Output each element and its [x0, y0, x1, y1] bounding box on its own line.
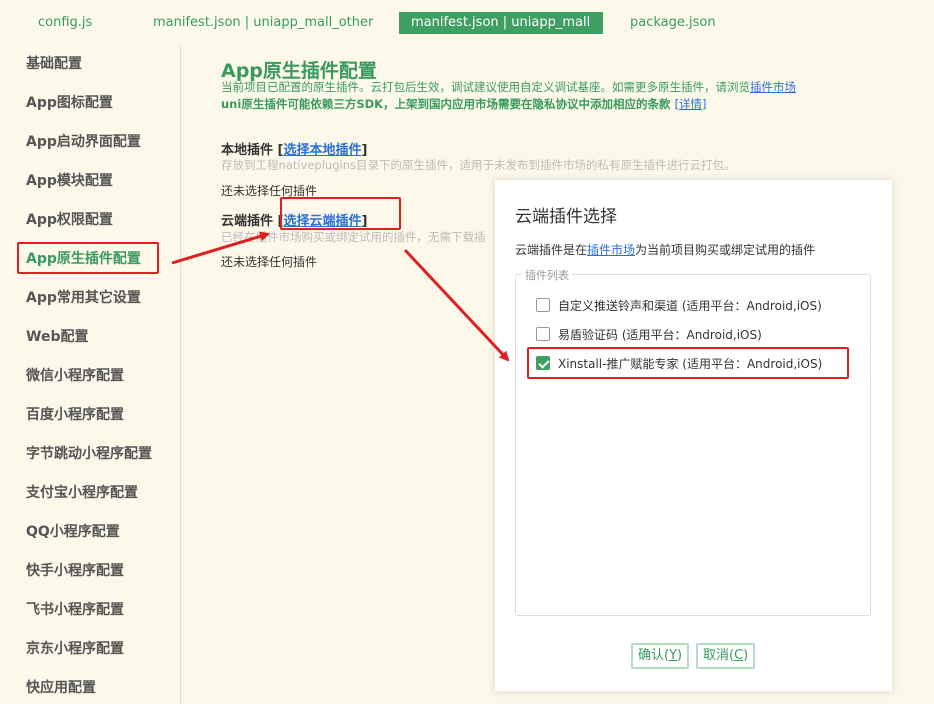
page-description: 当前项目已配置的原生插件。云打包后生效，调试建议使用自定义调试基座。如需更多原生…: [221, 79, 796, 95]
plugin-option-label: Xinstall-推广赋能专家 (适用平台：Android,iOS): [558, 356, 823, 371]
sidebar-item-app-splash[interactable]: App启动界面配置: [26, 130, 141, 154]
plugin-checkbox[interactable]: [536, 298, 550, 312]
cloud-bracket-close: ]: [361, 214, 368, 229]
tab-package-json[interactable]: package.json: [618, 12, 728, 34]
tab-manifest-other[interactable]: manifest.json | uniapp_mall_other: [141, 12, 385, 34]
plugin-checkbox-checked[interactable]: [536, 356, 550, 370]
plugin-list-legend: 插件列表: [522, 267, 572, 283]
confirm-text: 确认(: [638, 648, 670, 663]
privacy-notice-text: uni原生插件可能依赖三方SDK，上架到国内应用市场需要在隐私协议中添加相应的条…: [221, 97, 675, 111]
dialog-description: 云端插件是在插件市场为当前项目购买或绑定试用的插件: [515, 241, 815, 258]
plugin-checkbox[interactable]: [536, 327, 550, 341]
local-plugins-title: 本地插件: [221, 143, 278, 158]
dialog-plugin-market-link[interactable]: 插件市场: [587, 243, 635, 257]
sidebar-item-toutiao[interactable]: 字节跳动小程序配置: [26, 442, 152, 466]
sidebar-item-app-modules[interactable]: App模块配置: [26, 169, 113, 193]
tab-config-js[interactable]: config.js: [26, 12, 104, 34]
plugin-option-label: 自定义推送铃声和渠道 (适用平台：Android,iOS): [558, 298, 822, 313]
privacy-notice: uni原生插件可能依赖三方SDK，上架到国内应用市场需要在隐私协议中添加相应的条…: [221, 96, 707, 112]
cancel-end: ): [743, 648, 749, 663]
plugin-market-link[interactable]: 插件市场: [750, 80, 796, 94]
plugin-option-xinstall[interactable]: Xinstall-推广赋能专家 (适用平台：Android,iOS): [536, 354, 822, 372]
cloud-plugins-empty: 还未选择任何插件: [221, 255, 318, 269]
sidebar-item-weixin[interactable]: 微信小程序配置: [26, 364, 124, 388]
cloud-plugin-dialog: 云端插件选择 云端插件是在插件市场为当前项目购买或绑定试用的插件 插件列表 自定…: [495, 180, 892, 691]
sidebar-item-web[interactable]: Web配置: [26, 325, 88, 349]
confirm-end: ): [677, 648, 683, 663]
tab-bar: config.js manifest.json | uniapp_mall_ot…: [0, 0, 934, 44]
select-cloud-plugins-link[interactable]: 选择云端插件: [283, 214, 361, 229]
arrow-to-xinstall: [403, 248, 510, 362]
dialog-title: 云端插件选择: [515, 207, 617, 227]
cancel-button[interactable]: 取消(C): [696, 643, 756, 669]
plugin-list: 插件列表 自定义推送铃声和渠道 (适用平台：Android,iOS) 易盾验证码…: [515, 267, 871, 616]
sidebar-item-alipay[interactable]: 支付宝小程序配置: [26, 481, 138, 505]
sidebar-item-app-permissions[interactable]: App权限配置: [26, 208, 113, 232]
sidebar-item-feishu[interactable]: 飞书小程序配置: [26, 598, 124, 622]
plugin-option-label: 易盾验证码 (适用平台：Android,iOS): [558, 327, 762, 342]
dialog-desc-before: 云端插件是在: [515, 243, 588, 257]
tab-manifest-mall[interactable]: manifest.json | uniapp_mall: [399, 12, 603, 34]
cloud-plugins-heading: 云端插件 [选择云端插件]: [221, 210, 367, 229]
sidebar-item-app-native-plugins[interactable]: App原生插件配置: [26, 247, 141, 271]
select-local-plugins-link[interactable]: 选择本地插件: [283, 143, 361, 158]
description-text: 当前项目已配置的原生插件。云打包后生效，调试建议使用自定义调试基座。如需更多原生…: [221, 80, 750, 94]
local-bracket-close: ]: [361, 143, 368, 158]
sidebar-item-app-other-settings[interactable]: App常用其它设置: [26, 286, 141, 310]
plugin-option-custom-ringtone[interactable]: 自定义推送铃声和渠道 (适用平台：Android,iOS): [536, 296, 822, 314]
sidebar-item-quickapp[interactable]: 快应用配置: [26, 676, 96, 700]
sidebar-item-kuaishou[interactable]: 快手小程序配置: [26, 559, 124, 583]
sidebar-item-app-icon[interactable]: App图标配置: [26, 91, 113, 115]
confirm-shortcut: Y: [669, 648, 678, 663]
cloud-plugins-title: 云端插件: [221, 214, 278, 229]
local-plugins-empty: 还未选择任何插件: [221, 184, 318, 198]
sidebar-item-jd[interactable]: 京东小程序配置: [26, 637, 124, 661]
cloud-plugins-note: 已经在插件市场购买或绑定试用的插件，无需下载插: [221, 230, 486, 244]
sidebar-item-qq[interactable]: QQ小程序配置: [26, 520, 120, 544]
local-plugins-heading: 本地插件 [选择本地插件]: [221, 139, 367, 158]
sidebar: 基础配置 App图标配置 App启动界面配置 App模块配置 App权限配置 A…: [0, 44, 181, 704]
confirm-button[interactable]: 确认(Y): [631, 643, 690, 669]
plugin-option-yidun-captcha[interactable]: 易盾验证码 (适用平台：Android,iOS): [536, 325, 762, 343]
cancel-shortcut: C: [734, 648, 744, 663]
sidebar-item-basic[interactable]: 基础配置: [26, 52, 82, 76]
dialog-desc-after: 为当前项目购买或绑定试用的插件: [635, 243, 816, 257]
cancel-text: 取消(: [703, 648, 735, 663]
local-plugins-note: 存放到工程nativeplugins目录下的原生插件，适用于未发布到插件市场的私…: [221, 158, 736, 172]
privacy-details-link[interactable]: [详情]: [675, 97, 707, 111]
sidebar-item-baidu[interactable]: 百度小程序配置: [26, 403, 124, 427]
